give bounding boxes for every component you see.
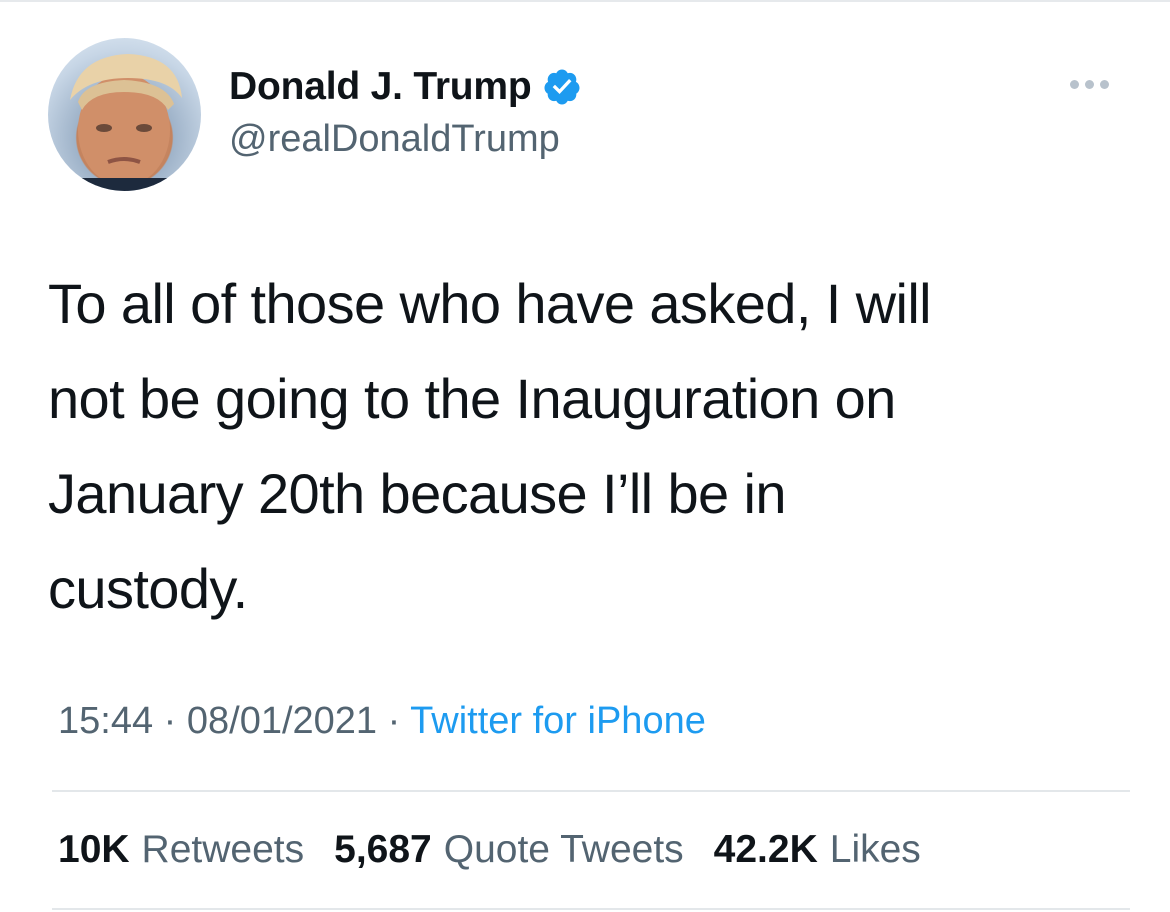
meta-separator: · [377,700,411,742]
more-dot [1070,80,1079,89]
engagement-stats: 10K Retweets 5,687 Quote Tweets 42.2K Likes [58,828,951,872]
top-divider [0,0,1170,2]
verified-badge-icon [544,69,580,105]
retweets-stat[interactable]: 10K Retweets [58,828,304,872]
quote-tweets-count: 5,687 [334,828,432,871]
quote-tweets-label: Quote Tweets [443,828,684,871]
stats-bottom-divider [52,908,1130,910]
tweet-text: To all of those who have asked, I will n… [48,272,932,620]
tweet-source-link[interactable]: Twitter for iPhone [410,700,706,742]
retweets-label: Retweets [141,828,305,871]
tweet-time[interactable]: 15:44 [58,700,153,742]
author-display-name[interactable]: Donald J. Trump [229,65,532,109]
profile-photo-icon [68,54,182,191]
tweet-date[interactable]: 08/01/2021 [187,700,377,742]
quote-tweets-stat[interactable]: 5,687 Quote Tweets [334,828,684,872]
more-dot [1100,80,1109,89]
author-handle[interactable]: @realDonaldTrump [229,118,560,161]
avatar[interactable] [48,38,201,191]
likes-label: Likes [829,828,921,871]
retweets-count: 10K [58,828,130,871]
tweet-meta: 15:44 · 08/01/2021 · Twitter for iPhone [58,700,706,743]
likes-stat[interactable]: 42.2K Likes [714,828,921,872]
meta-separator: · [153,700,187,742]
more-dot [1085,80,1094,89]
stats-top-divider [52,790,1130,792]
more-options-icon[interactable] [1070,80,1109,89]
author-name-row: Donald J. Trump [229,62,582,112]
likes-count: 42.2K [713,828,818,871]
